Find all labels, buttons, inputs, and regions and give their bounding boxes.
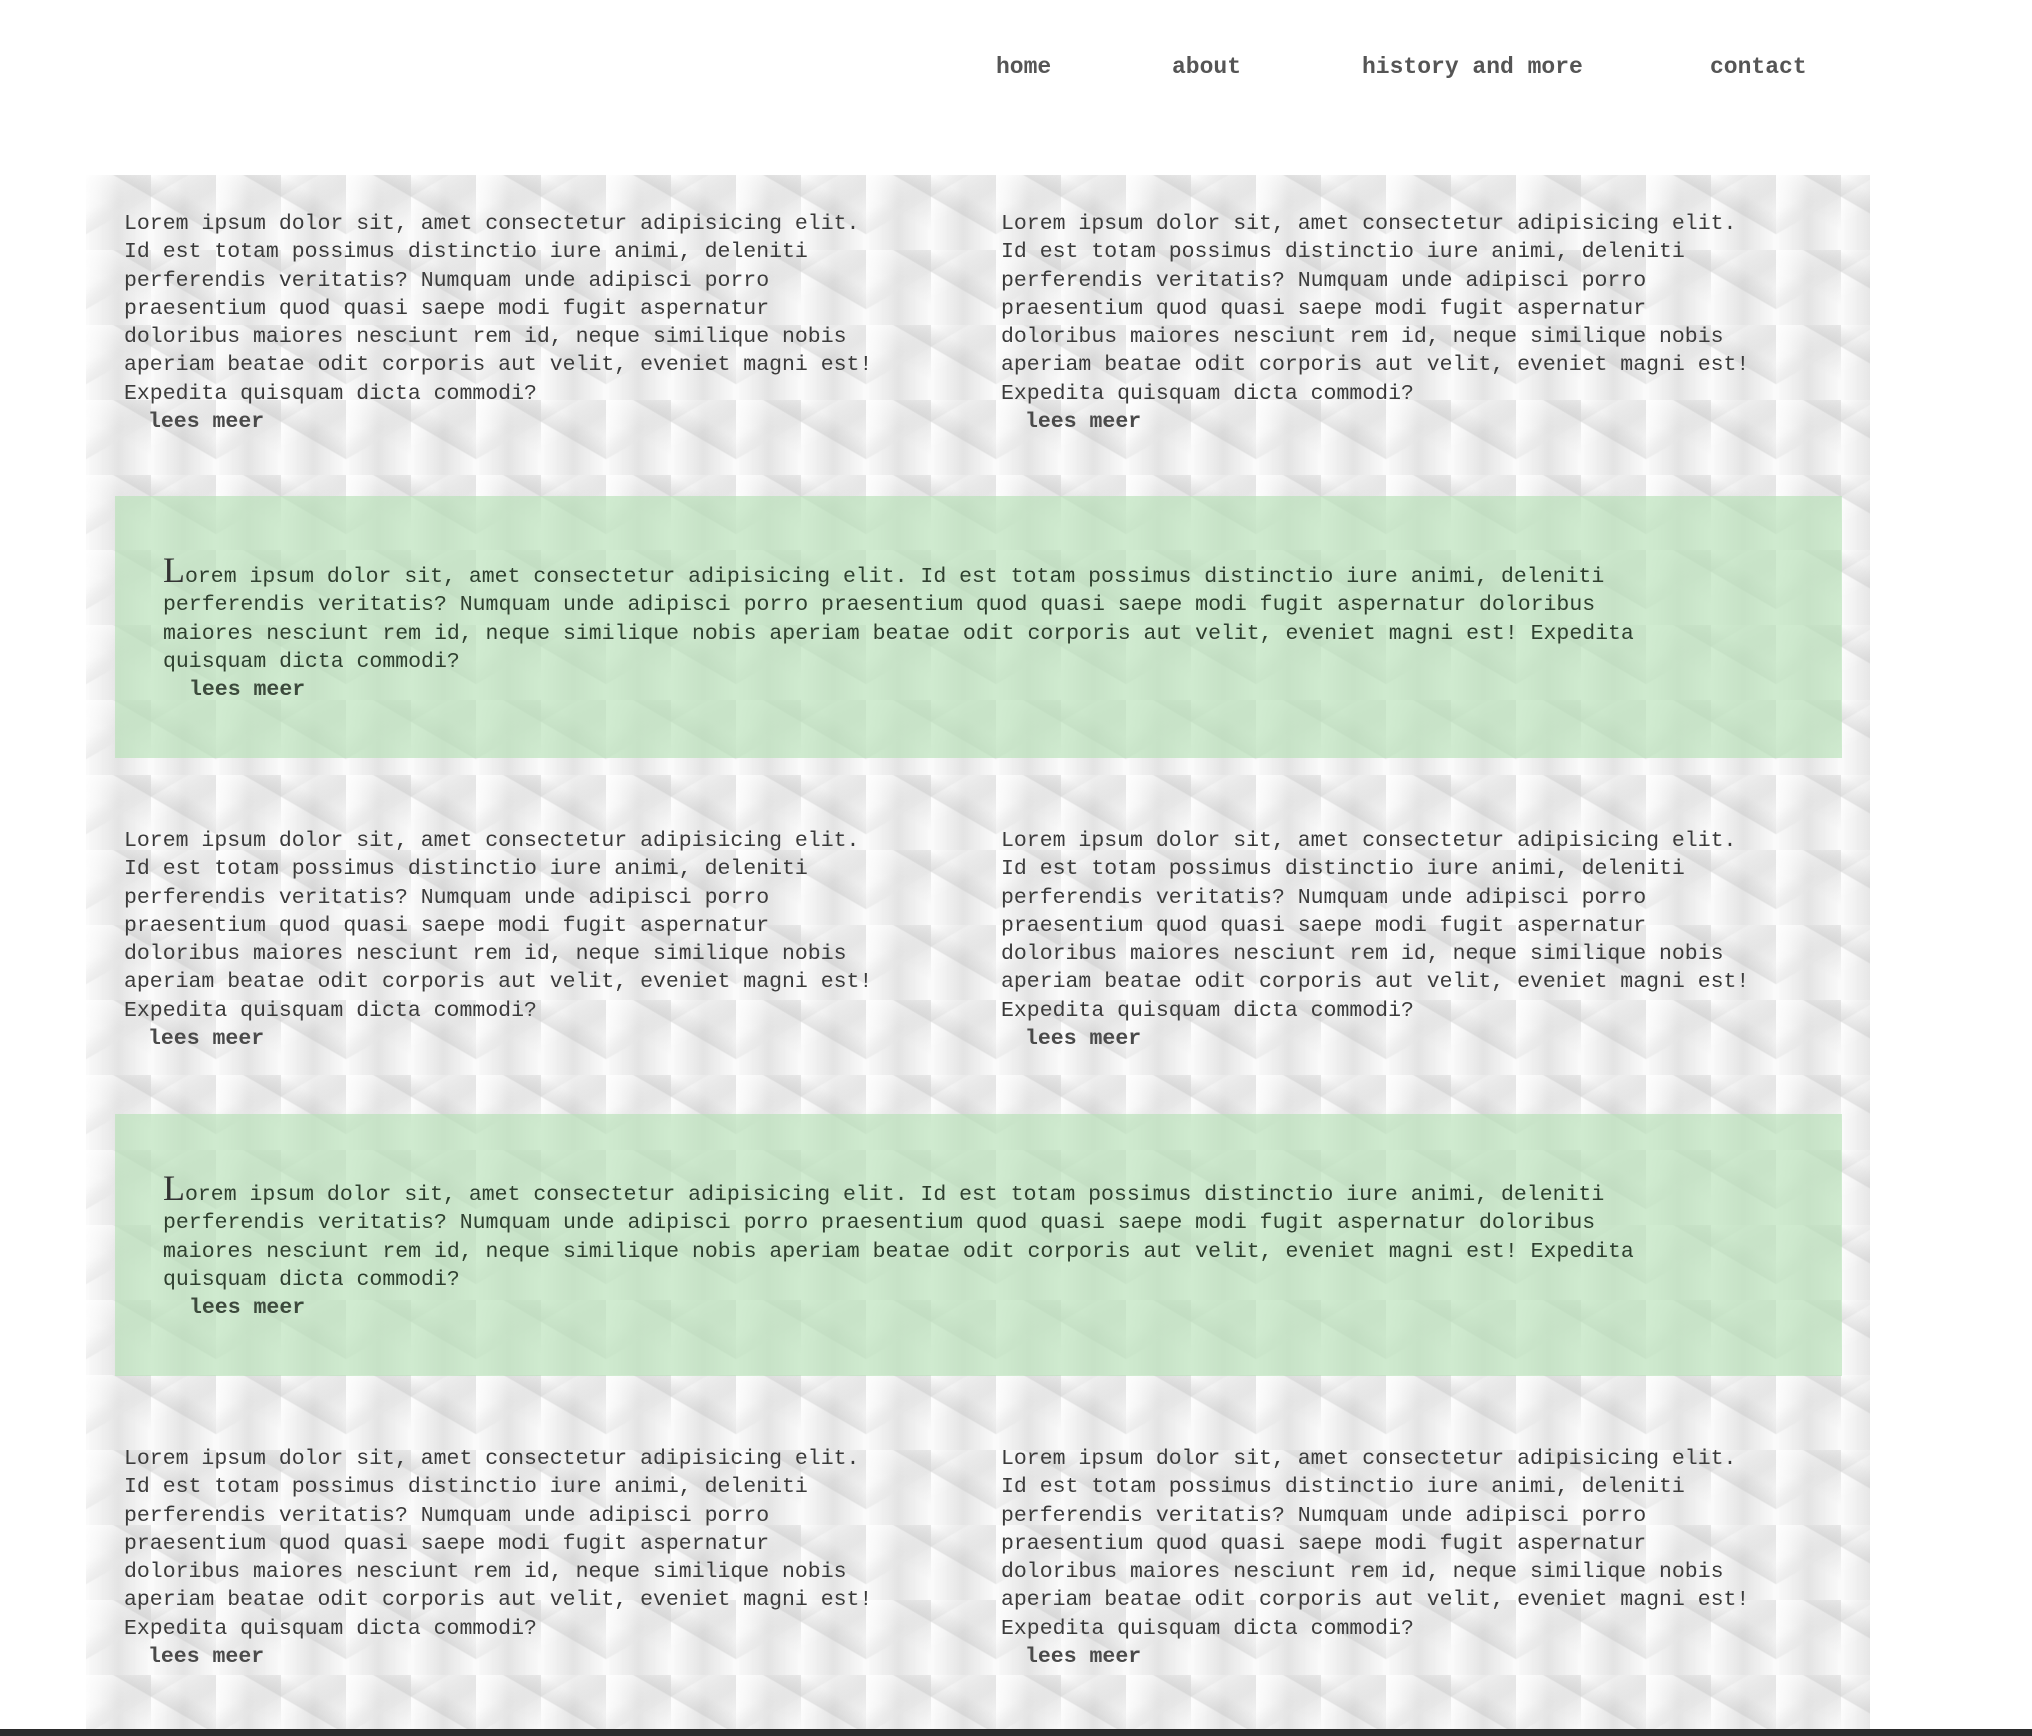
patterned-content-area: Lorem ipsum dolor sit, amet consectetur …	[86, 175, 1870, 1736]
article-card-left: Lorem ipsum dolor sit, amet consectetur …	[124, 1445, 984, 1671]
nav-link-history-and-more[interactable]: history and more	[1362, 54, 1583, 80]
featured-band-2: Lorem ipsum dolor sit, amet consectetur …	[115, 1114, 1842, 1376]
article-text: Lorem ipsum dolor sit, amet consectetur …	[124, 1447, 873, 1641]
featured-band-1: Lorem ipsum dolor sit, amet consectetur …	[115, 496, 1842, 758]
read-more-link[interactable]: lees meer	[1025, 1643, 1141, 1671]
featured-text: Lorem ipsum dolor sit, amet consectetur …	[163, 1170, 1803, 1294]
article-text: Lorem ipsum dolor sit, amet consectetur …	[1001, 1447, 1750, 1641]
page: home about history and more contact Lore…	[0, 0, 2032, 1736]
featured-body: orem ipsum dolor sit, amet consectetur a…	[163, 565, 1634, 674]
drop-cap: L	[163, 550, 185, 590]
article-card-left: Lorem ipsum dolor sit, amet consectetur …	[124, 210, 984, 436]
article-card-right: Lorem ipsum dolor sit, amet consectetur …	[1001, 827, 1861, 1053]
featured-article: Lorem ipsum dolor sit, amet consectetur …	[163, 552, 1803, 704]
bottom-edge-bar	[0, 1729, 2032, 1736]
read-more-link[interactable]: lees meer	[189, 676, 305, 704]
read-more-link[interactable]: lees meer	[148, 1025, 264, 1053]
article-card-right: Lorem ipsum dolor sit, amet consectetur …	[1001, 1445, 1861, 1671]
read-more-link[interactable]: lees meer	[189, 1294, 305, 1322]
read-more-link[interactable]: lees meer	[1025, 408, 1141, 436]
drop-cap: L	[163, 1168, 185, 1208]
article-text: Lorem ipsum dolor sit, amet consectetur …	[1001, 829, 1750, 1023]
article-text: Lorem ipsum dolor sit, amet consectetur …	[1001, 212, 1750, 406]
nav-link-contact[interactable]: contact	[1710, 54, 1807, 80]
nav-link-home[interactable]: home	[996, 54, 1051, 80]
article-card-right: Lorem ipsum dolor sit, amet consectetur …	[1001, 210, 1861, 436]
main-navigation: home about history and more contact	[0, 54, 2032, 94]
article-text: Lorem ipsum dolor sit, amet consectetur …	[124, 829, 873, 1023]
featured-body: orem ipsum dolor sit, amet consectetur a…	[163, 1183, 1634, 1292]
read-more-link[interactable]: lees meer	[1025, 1025, 1141, 1053]
nav-link-about[interactable]: about	[1172, 54, 1241, 80]
featured-article: Lorem ipsum dolor sit, amet consectetur …	[163, 1170, 1803, 1322]
article-card-left: Lorem ipsum dolor sit, amet consectetur …	[124, 827, 984, 1053]
article-text: Lorem ipsum dolor sit, amet consectetur …	[124, 212, 873, 406]
featured-text: Lorem ipsum dolor sit, amet consectetur …	[163, 552, 1803, 676]
read-more-link[interactable]: lees meer	[148, 1643, 264, 1671]
read-more-link[interactable]: lees meer	[148, 408, 264, 436]
